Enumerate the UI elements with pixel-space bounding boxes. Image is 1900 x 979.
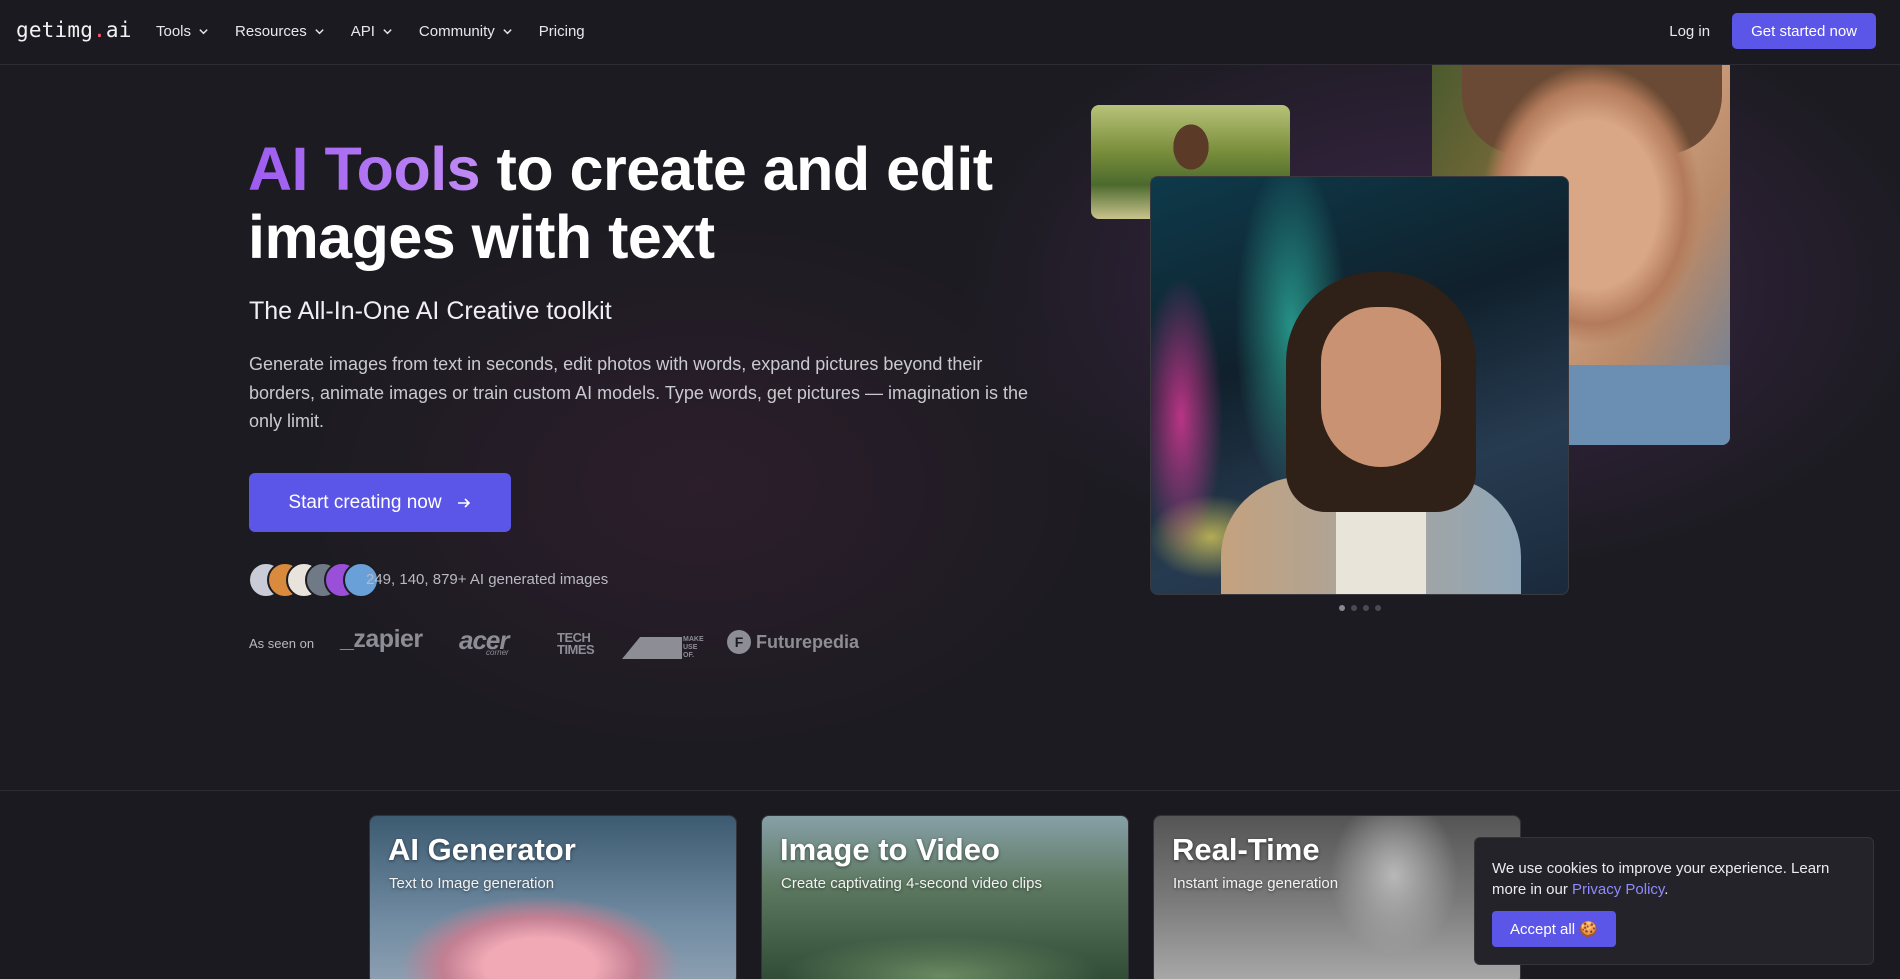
card-subtitle: Text to Image generation (389, 875, 555, 892)
nav-item-label: Community (418, 22, 495, 40)
as-seen-on-label: As seen on (249, 636, 315, 651)
tool-card-ai-generator[interactable]: AI Generator Text to Image generation (369, 815, 737, 979)
nav-item-label: API (350, 22, 375, 40)
chevron-down-icon (315, 28, 324, 34)
nav-item-label: Tools (156, 22, 192, 40)
nav-item-tools[interactable]: Tools (156, 23, 209, 40)
nav-item-resources[interactable]: Resources (235, 23, 325, 40)
nav-item-api[interactable]: API (351, 23, 393, 40)
privacy-policy-link[interactable]: Privacy Policy (1572, 881, 1664, 898)
card-title: AI Generator (388, 832, 576, 867)
futurepedia-logo: F Futurepedia (727, 630, 859, 654)
cookie-text: We use cookies to improve your experienc… (1492, 860, 1830, 898)
nav-item-label: Pricing (538, 22, 585, 40)
nav-actions: Log in Get started now (1669, 13, 1876, 49)
hero-description: Generate images from text in seconds, ed… (249, 354, 1029, 431)
nav-menu: Tools Resources API Community Pricing (156, 0, 585, 62)
makeuseof-logo: MAKE USE OF. (622, 636, 704, 659)
chevron-down-icon (199, 28, 208, 34)
acer-logo-subtext: corner (486, 648, 509, 657)
carousel-dot[interactable] (1351, 605, 1357, 611)
carousel-dot[interactable] (1375, 605, 1381, 611)
zapier-logo: _zapier (340, 625, 423, 653)
svg-text:OF.: OF. (683, 652, 694, 659)
hero-image-woman-neon (1150, 176, 1569, 595)
cta-label: Start creating now (288, 491, 442, 513)
get-started-button[interactable]: Get started now (1732, 13, 1876, 49)
hero-title-highlight: AI Tools (248, 135, 481, 203)
chevron-down-icon (383, 28, 392, 34)
getimg-logo[interactable]: getimg.ai (16, 18, 132, 42)
carousel-dot[interactable] (1363, 605, 1369, 611)
arrow-right-icon (457, 497, 470, 508)
section-divider (0, 790, 1900, 791)
tool-card-real-time[interactable]: Real-Time Instant image generation (1153, 815, 1521, 979)
start-creating-button[interactable]: Start creating now (249, 473, 511, 532)
card-title: Image to Video (780, 832, 1000, 867)
card-subtitle: Create captivating 4-second video clips (781, 875, 1042, 892)
svg-text:USE: USE (683, 644, 698, 651)
card-title: Real-Time (1172, 832, 1320, 867)
top-navigation: getimg.ai Tools Resources API Community … (0, 0, 1900, 65)
carousel-dot[interactable] (1339, 605, 1345, 611)
futurepedia-icon: F (727, 630, 751, 654)
generated-images-count: 249, 140, 879+ AI generated images (366, 571, 609, 588)
nav-item-label: Resources (235, 22, 307, 40)
chevron-down-icon (503, 28, 512, 34)
nav-item-community[interactable]: Community (419, 23, 513, 40)
tool-card-image-to-video[interactable]: Image to Video Create captivating 4-seco… (761, 815, 1129, 979)
svg-text:MAKE: MAKE (683, 636, 704, 643)
cookie-banner: We use cookies to improve your experienc… (1474, 837, 1874, 965)
nav-item-pricing[interactable]: Pricing (539, 23, 585, 40)
card-subtitle: Instant image generation (1173, 875, 1339, 892)
hero-subtitle: The All-In-One AI Creative toolkit (249, 297, 612, 325)
accept-cookies-button[interactable]: Accept all 🍪 (1492, 911, 1616, 947)
carousel-indicators (1339, 605, 1381, 611)
user-avatars (248, 562, 379, 598)
tech-times-logo: TECH TIMES (557, 630, 595, 657)
login-link[interactable]: Log in (1669, 23, 1710, 40)
hero-title: AI Tools to create and edit images with … (248, 135, 1068, 271)
